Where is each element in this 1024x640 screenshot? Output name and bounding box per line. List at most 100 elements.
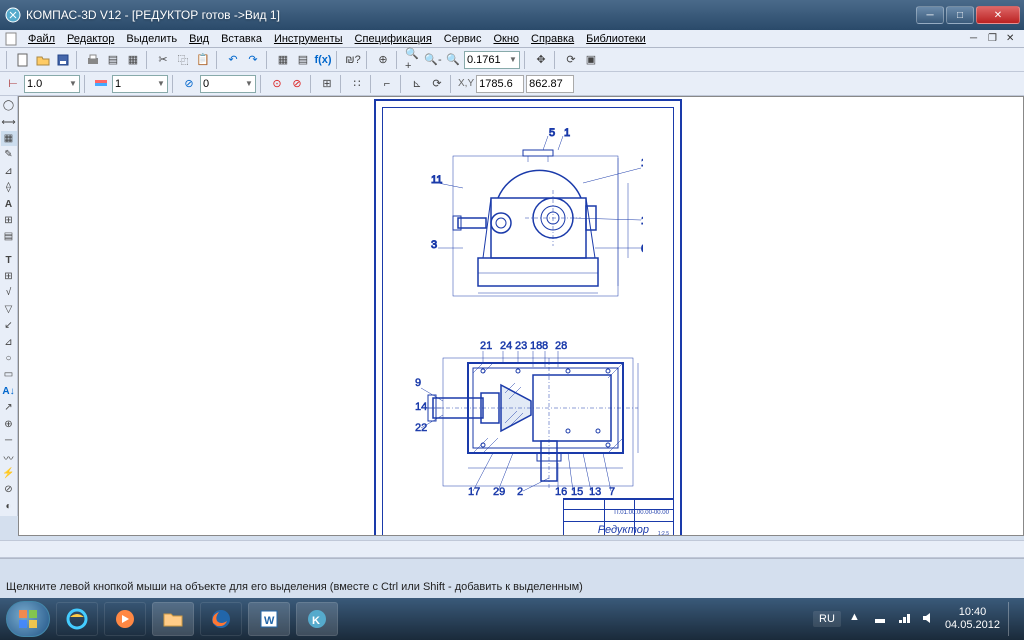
close-button[interactable]: ✕ <box>976 6 1020 24</box>
menu-editor[interactable]: Редактор <box>61 32 120 46</box>
redraw-button[interactable]: ⟳ <box>562 51 580 69</box>
print-button[interactable] <box>84 51 102 69</box>
tray-network-icon[interactable] <box>897 611 913 627</box>
round-button[interactable]: ⟳ <box>428 75 446 93</box>
snap-off-button[interactable]: ⊘ <box>288 75 306 93</box>
menu-help[interactable]: Справка <box>525 32 580 46</box>
zoom-fit-button[interactable]: ⊕ <box>374 51 392 69</box>
status-bar: Щелкните левой кнопкой мыши на объекте д… <box>0 558 1024 598</box>
menu-service[interactable]: Сервис <box>438 32 488 46</box>
base-button[interactable]: ▽ <box>1 302 17 317</box>
cut-button[interactable]: ✂ <box>154 51 172 69</box>
mdi-minimize-icon[interactable]: ─ <box>970 33 984 45</box>
menu-tools[interactable]: Инструменты <box>268 32 349 46</box>
input-text-button[interactable]: T <box>1 252 17 267</box>
menu-libs[interactable]: Библиотеки <box>580 32 652 46</box>
help-button[interactable]: ₪? <box>344 51 362 69</box>
cond-button[interactable]: ◐ <box>1 499 17 514</box>
brand-button[interactable]: ⊿ <box>1 334 17 349</box>
text-button[interactable]: A <box>1 196 17 211</box>
view3d-button[interactable]: ▣ <box>582 51 600 69</box>
dims-button[interactable]: ⟷ <box>1 114 17 129</box>
preview-button[interactable]: ▤ <box>104 51 122 69</box>
menu-spec[interactable]: Спецификация <box>349 32 438 46</box>
cut-line-button[interactable]: A↓ <box>1 384 17 399</box>
axis-button[interactable]: ─ <box>1 433 17 448</box>
ortho-mode-button[interactable]: ⊾ <box>408 75 426 93</box>
copy-button[interactable]: ⿻ <box>174 51 192 69</box>
svg-text:28: 28 <box>555 340 567 352</box>
maximize-button[interactable]: □ <box>946 6 974 24</box>
task-ie[interactable] <box>56 602 98 636</box>
spec-button[interactable]: ▤ <box>1 229 17 244</box>
coord-x[interactable]: 1785.6 <box>476 75 524 93</box>
tray-hw-icon[interactable] <box>873 611 889 627</box>
menu-window[interactable]: Окно <box>487 32 525 46</box>
paste-button[interactable]: 📋 <box>194 51 212 69</box>
zoom-combo[interactable]: 0.1761▼ <box>464 51 520 69</box>
zoom-window-button[interactable]: 🔍 <box>444 51 462 69</box>
tol-button[interactable]: ▭ <box>1 367 17 382</box>
task-word[interactable]: W <box>248 602 290 636</box>
current-state-toolbar: ⊢ 1.0▼ 1▼ ⊘ 0▼ ⊙ ⊘ ⊞ ∷ ⌐ ⊾ ⟳ X,Y 1785.6 … <box>0 72 1024 96</box>
geometry-button[interactable]: ◯ <box>1 98 17 113</box>
menu-view[interactable]: Вид <box>183 32 215 46</box>
table-button[interactable]: ⊞ <box>1 269 17 284</box>
style-icon[interactable]: ⊘ <box>180 75 198 93</box>
start-button[interactable] <box>6 601 50 637</box>
param-button[interactable]: ⊿ <box>1 164 17 179</box>
arrow-button[interactable]: ↗ <box>1 400 17 415</box>
tray-lang[interactable]: RU <box>813 611 841 627</box>
undo-button[interactable]: ↶ <box>224 51 242 69</box>
mdi-close-icon[interactable]: ✕ <box>1006 33 1020 45</box>
pan-button[interactable]: ✥ <box>532 51 550 69</box>
new-button[interactable] <box>14 51 32 69</box>
menu-bar: Файл Редактор Выделить Вид Вставка Инстр… <box>0 30 1024 48</box>
doc-button[interactable]: ▦ <box>124 51 142 69</box>
grid-button[interactable]: ▦ <box>274 51 292 69</box>
coord-y[interactable]: 862.87 <box>526 75 574 93</box>
menu-select[interactable]: Выделить <box>120 32 183 46</box>
edit-button[interactable]: ✎ <box>1 147 17 162</box>
vars-button[interactable]: f(x) <box>314 51 332 69</box>
minimize-button[interactable]: ─ <box>916 6 944 24</box>
tray-flag-icon[interactable]: ▲ <box>849 611 865 627</box>
snap-on-button[interactable]: ⊙ <box>268 75 286 93</box>
redo-button[interactable]: ↷ <box>244 51 262 69</box>
style-combo[interactable]: 0▼ <box>200 75 256 93</box>
layer-icon[interactable] <box>92 75 110 93</box>
svg-text:18: 18 <box>530 340 542 352</box>
local-cs-button[interactable]: ⌐ <box>378 75 396 93</box>
menu-file[interactable]: Файл <box>22 32 61 46</box>
mdi-restore-icon[interactable]: ❐ <box>988 33 1002 45</box>
zoom-in-button[interactable]: 🔍+ <box>404 51 422 69</box>
linewidth-combo[interactable]: 1.0▼ <box>24 75 80 93</box>
break-button[interactable]: ⊘ <box>1 482 17 497</box>
open-button[interactable] <box>34 51 52 69</box>
grid-toggle-button[interactable]: ⊞ <box>318 75 336 93</box>
pos-button[interactable]: ○ <box>1 351 17 366</box>
task-mediaplayer[interactable] <box>104 602 146 636</box>
snap-grid-button[interactable]: ∷ <box>348 75 366 93</box>
menu-insert[interactable]: Вставка <box>215 32 268 46</box>
task-kompas[interactable]: K <box>296 602 338 636</box>
ortho-button[interactable]: ⊢ <box>4 75 22 93</box>
task-explorer[interactable] <box>152 602 194 636</box>
task-firefox[interactable] <box>200 602 242 636</box>
layers-button[interactable]: ▤ <box>294 51 312 69</box>
zoom-out-button[interactable]: 🔍- <box>424 51 442 69</box>
show-desktop-button[interactable] <box>1008 602 1018 636</box>
save-button[interactable] <box>54 51 72 69</box>
tray-clock[interactable]: 10:40 04.05.2012 <box>945 606 1000 632</box>
measure-button[interactable]: ⟠ <box>1 180 17 195</box>
leader-button[interactable]: ↙ <box>1 318 17 333</box>
rough-button[interactable]: √ <box>1 285 17 300</box>
designate-button[interactable]: ▦ <box>1 131 17 146</box>
wave-button[interactable]: 〰 <box>1 449 17 464</box>
assoc-button[interactable]: ⊞ <box>1 213 17 228</box>
tray-volume-icon[interactable] <box>921 611 937 627</box>
layer-combo[interactable]: 1▼ <box>112 75 168 93</box>
drawing-canvas[interactable]: 5 1 10 12 6 11 3 <box>18 96 1024 536</box>
center-button[interactable]: ⊕ <box>1 417 17 432</box>
auto-axis-button[interactable]: ⚡ <box>1 466 17 481</box>
